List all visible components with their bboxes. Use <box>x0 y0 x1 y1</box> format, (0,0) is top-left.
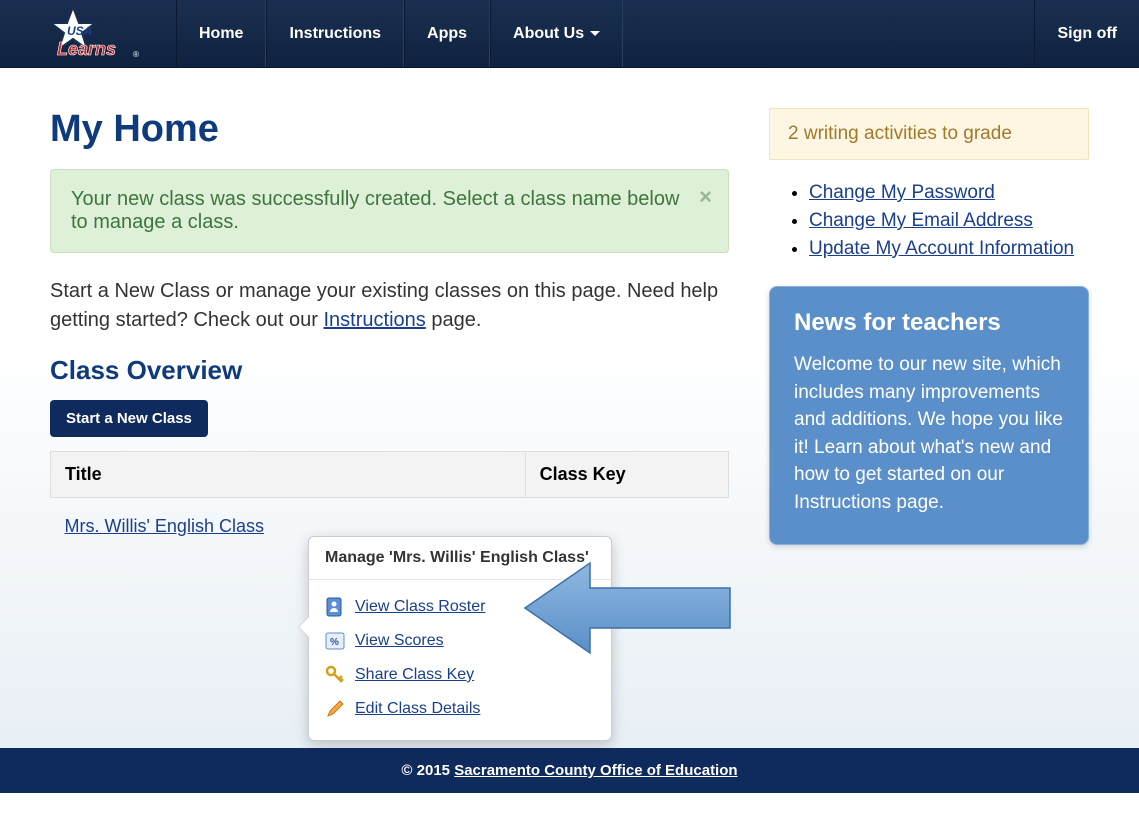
column-title: Title <box>51 452 526 498</box>
instructions-link[interactable]: Instructions <box>324 309 426 331</box>
popover-item-edit[interactable]: Edit Class Details <box>325 692 595 726</box>
content-area: My Home Your new class was successfully … <box>0 68 1139 748</box>
nav-apps[interactable]: Apps <box>404 0 490 67</box>
key-icon <box>325 665 345 685</box>
news-card: News for teachers Welcome to our new sit… <box>769 286 1089 545</box>
table-header-row: Title Class Key <box>51 452 729 498</box>
change-email-link[interactable]: Change My Email Address <box>809 210 1033 231</box>
edit-details-link[interactable]: Edit Class Details <box>355 700 480 718</box>
account-links-list: Change My Password Change My Email Addre… <box>769 182 1089 260</box>
success-alert: Your new class was successfully created.… <box>50 169 729 253</box>
grading-notification[interactable]: 2 writing activities to grade <box>769 108 1089 160</box>
nav-home[interactable]: Home <box>176 0 266 67</box>
footer: © 2015 Sacramento County Office of Educa… <box>0 748 1139 793</box>
top-navbar: USA Learns ® Home Instructions Apps Abou… <box>0 0 1139 68</box>
usa-learns-logo: USA Learns ® <box>33 5 143 63</box>
change-password-link[interactable]: Change My Password <box>809 182 995 203</box>
svg-text:Learns: Learns <box>57 39 116 59</box>
nav-about-label: About Us <box>513 25 584 43</box>
list-item: Change My Email Address <box>809 210 1089 232</box>
popover-item-share[interactable]: Share Class Key <box>325 658 595 692</box>
start-new-class-button[interactable]: Start a New Class <box>50 400 208 437</box>
callout-arrow-icon <box>520 558 740 658</box>
share-key-link[interactable]: Share Class Key <box>355 666 474 684</box>
svg-text:®: ® <box>133 50 139 59</box>
view-scores-link[interactable]: View Scores <box>355 632 444 650</box>
svg-text:%: % <box>330 637 339 648</box>
svg-text:USA: USA <box>67 24 92 38</box>
news-title: News for teachers <box>794 309 1064 337</box>
sign-off-link[interactable]: Sign off <box>1034 0 1139 67</box>
logo-container: USA Learns ® <box>0 0 176 67</box>
alert-text: Your new class was successfully created.… <box>71 188 679 233</box>
column-class-key: Class Key <box>525 452 728 498</box>
class-name-link[interactable]: Mrs. Willis' English Class <box>65 516 264 536</box>
list-item: Update My Account Information <box>809 238 1089 260</box>
footer-link[interactable]: Sacramento County Office of Education <box>454 762 737 779</box>
scores-icon: % <box>325 631 345 651</box>
view-roster-link[interactable]: View Class Roster <box>355 598 485 616</box>
page-title: My Home <box>50 108 729 151</box>
update-account-link[interactable]: Update My Account Information <box>809 238 1074 259</box>
news-body: Welcome to our new site, which includes … <box>794 351 1064 516</box>
footer-copyright: © 2015 <box>401 762 454 779</box>
class-overview-heading: Class Overview <box>50 355 729 386</box>
pencil-icon <box>325 699 345 719</box>
popover-arrow-icon <box>299 617 309 637</box>
right-column: 2 writing activities to grade Change My … <box>769 108 1089 688</box>
chevron-down-icon <box>590 31 600 36</box>
nav-spacer <box>623 0 1034 67</box>
close-icon[interactable]: × <box>699 184 712 210</box>
roster-icon <box>325 597 345 617</box>
nav-about-us[interactable]: About Us <box>490 0 623 67</box>
nav-links: Home Instructions Apps About Us <box>176 0 623 67</box>
nav-instructions[interactable]: Instructions <box>266 0 404 67</box>
intro-text-2: page. <box>426 309 482 331</box>
list-item: Change My Password <box>809 182 1089 204</box>
intro-paragraph: Start a New Class or manage your existin… <box>50 277 729 335</box>
